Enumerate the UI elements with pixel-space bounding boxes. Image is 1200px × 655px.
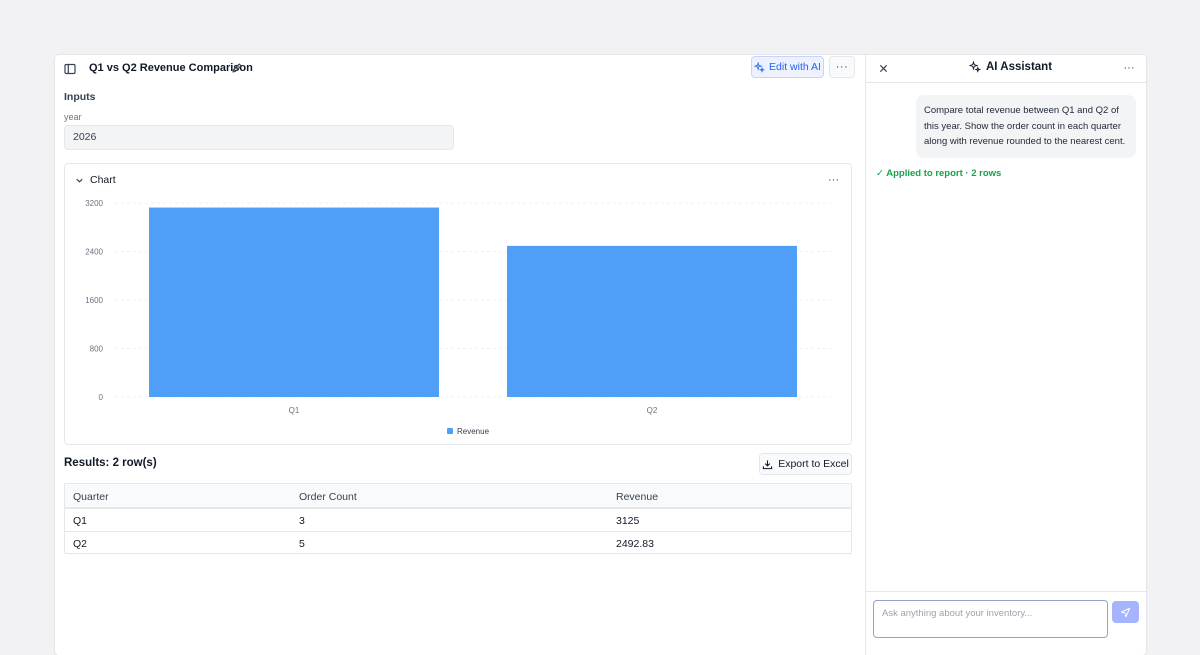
- assistant-title: AI Assistant: [969, 61, 1052, 73]
- more-horizontal-icon: ···: [835, 61, 849, 73]
- bar-q1: [149, 207, 439, 397]
- y-tick-label: 2400: [85, 248, 103, 257]
- results-title: Results: 2 row(s): [64, 457, 157, 469]
- table-header-row: Quarter Order Count Revenue: [65, 484, 851, 509]
- x-tick-label: Q1: [289, 406, 300, 415]
- report-title: Q1 vs Q2 Revenue Comparison: [89, 62, 253, 74]
- assistant-more-icon[interactable]: ···: [1122, 61, 1136, 75]
- app-window: Q1 vs Q2 Revenue Comparison Edit with AI…: [55, 55, 1146, 655]
- user-message-bubble: Compare total revenue between Q1 and Q2 …: [916, 95, 1136, 158]
- year-input[interactable]: 2026: [64, 125, 454, 150]
- legend-swatch: [447, 428, 453, 434]
- close-icon[interactable]: [876, 61, 890, 75]
- assistant-title-text: AI Assistant: [986, 61, 1053, 73]
- cell-order-count: 5: [299, 538, 305, 550]
- results-table: Quarter Order Count Revenue Q1 3 3125 Q2…: [64, 483, 852, 554]
- year-field-label: year: [64, 112, 82, 122]
- sparkle-icon: [754, 61, 766, 73]
- cell-quarter: Q1: [73, 515, 88, 527]
- edit-with-ai-button[interactable]: Edit with AI: [751, 56, 824, 78]
- column-header-order-count[interactable]: Order Count: [299, 491, 357, 503]
- chart-toggle[interactable]: Chart: [75, 174, 116, 186]
- column-header-quarter[interactable]: Quarter: [73, 491, 109, 503]
- download-icon: [762, 459, 773, 470]
- sidebar-toggle-icon[interactable]: [62, 61, 78, 77]
- table-row: Q2 5 2492.83: [65, 531, 851, 553]
- applied-status: ✓ Applied to report · 2 rows: [876, 168, 1002, 179]
- edit-with-ai-label: Edit with AI: [769, 61, 821, 73]
- ask-input[interactable]: Ask anything about your inventory...: [873, 600, 1108, 638]
- export-to-excel-button[interactable]: Export to Excel: [759, 453, 852, 475]
- sparkle-icon: [969, 61, 981, 73]
- cell-revenue: 3125: [616, 515, 640, 527]
- column-header-revenue[interactable]: Revenue: [616, 491, 658, 503]
- report-toolbar: Q1 vs Q2 Revenue Comparison Edit with AI…: [55, 55, 865, 83]
- send-button[interactable]: [1112, 601, 1139, 623]
- export-label: Export to Excel: [778, 458, 849, 470]
- send-icon: [1120, 607, 1131, 618]
- legend-label: Revenue: [457, 427, 490, 436]
- y-tick-label: 1600: [85, 296, 103, 305]
- report-more-button[interactable]: ···: [829, 56, 855, 78]
- chevron-down-icon: [75, 176, 84, 185]
- table-row: Q1 3 3125: [65, 509, 851, 531]
- chart-more-icon[interactable]: ···: [828, 174, 839, 186]
- cell-quarter: Q2: [73, 538, 88, 550]
- cell-revenue: 2492.83: [616, 538, 654, 550]
- revenue-bar-chart: 0 800 1600 2400 3200 Q1 Q2 Revenue: [85, 199, 831, 436]
- y-tick-label: 0: [99, 393, 104, 402]
- x-tick-label: Q2: [647, 406, 658, 415]
- y-tick-label: 800: [90, 345, 104, 354]
- bar-q2: [507, 245, 797, 397]
- chart-header-label: Chart: [90, 174, 116, 186]
- cell-order-count: 3: [299, 515, 305, 527]
- chart-card: Chart ··· 0 800 1600 2400 3200 Q1 Q2 Revenue: [64, 163, 852, 445]
- y-tick-label: 3200: [85, 199, 103, 208]
- inputs-heading: Inputs: [64, 91, 96, 103]
- assistant-header: AI Assistant ···: [866, 55, 1146, 83]
- pencil-icon[interactable]: [230, 61, 244, 75]
- assistant-footer-divider: [866, 591, 1146, 592]
- report-panel: Q1 vs Q2 Revenue Comparison Edit with AI…: [55, 55, 865, 655]
- ai-assistant-panel: AI Assistant ··· Compare total revenue b…: [866, 55, 1146, 655]
